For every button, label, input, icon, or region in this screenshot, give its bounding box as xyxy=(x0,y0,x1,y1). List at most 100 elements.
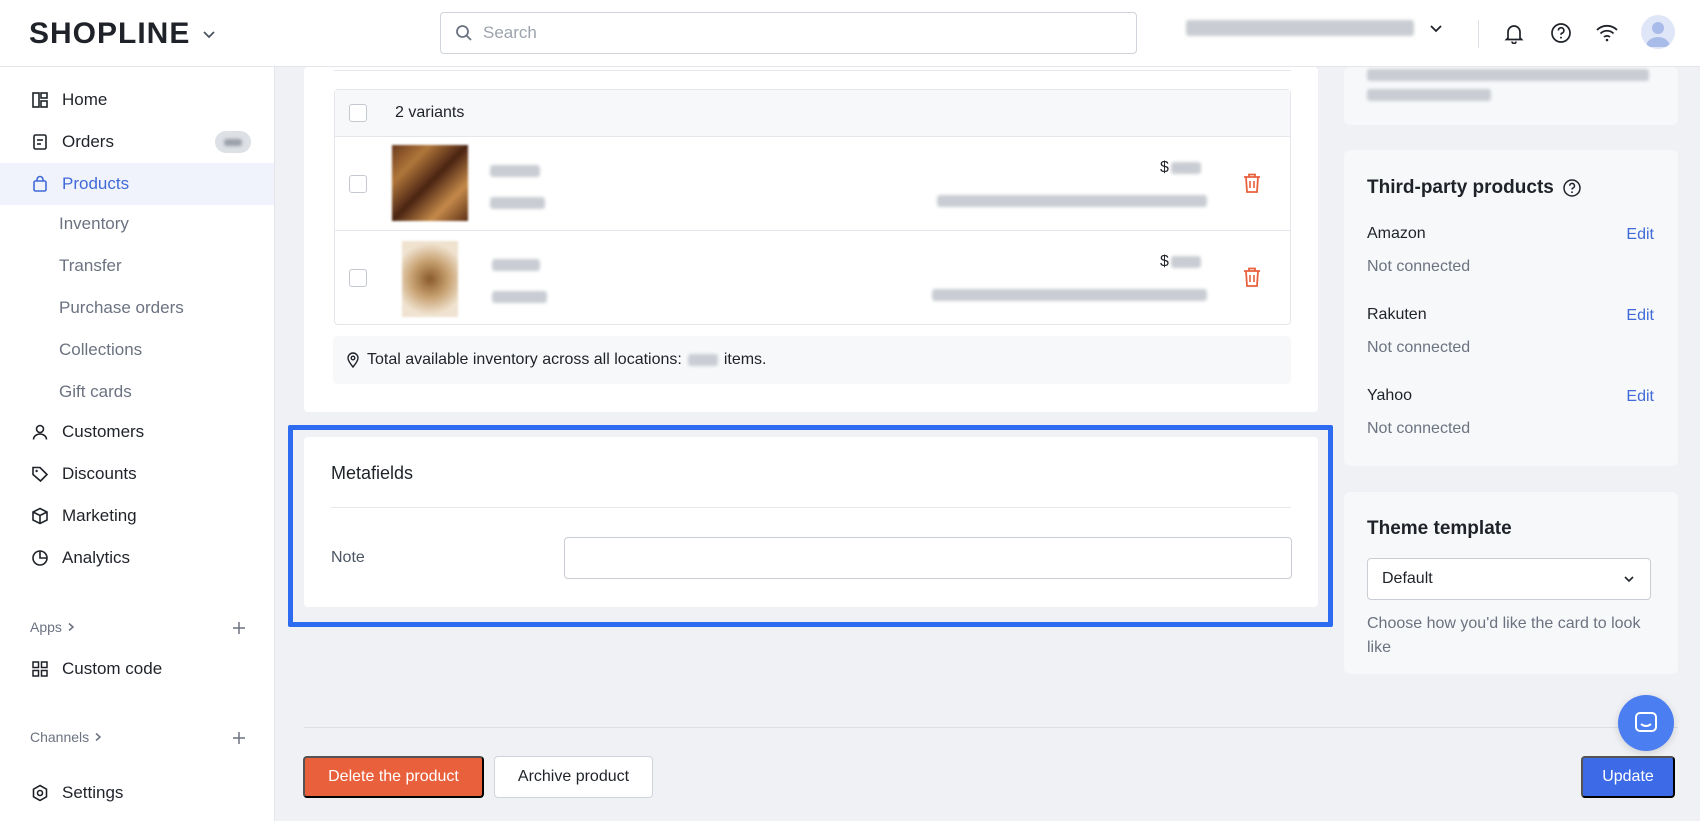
channel-status-yahoo: Not connected xyxy=(1367,420,1471,437)
edit-amazon-link[interactable]: Edit xyxy=(1626,226,1654,244)
metafields-title: Metafields xyxy=(331,463,414,483)
third-party-title-text: Third-party products xyxy=(1367,177,1554,198)
table-row[interactable]: $ xyxy=(335,137,1290,231)
variant-sku-redacted xyxy=(492,291,547,303)
theme-template-help: Choose how you'd like the card to look l… xyxy=(1367,615,1641,656)
variant-stock-redacted xyxy=(932,289,1207,301)
variant-image xyxy=(402,241,458,317)
add-channel-icon[interactable] xyxy=(231,730,247,746)
channel-name-amazon: Amazon xyxy=(1367,225,1426,242)
theme-template-select[interactable]: Default xyxy=(1367,558,1651,600)
inventory-count-redacted xyxy=(687,354,718,366)
sidebar-item-label: Discounts xyxy=(62,464,137,483)
channel-name-rakuten: Rakuten xyxy=(1367,306,1427,323)
note-label: Note xyxy=(331,549,365,566)
sidebar-item-home[interactable]: Home xyxy=(0,79,274,121)
sidebar: Home Orders Products Inventory Transfer … xyxy=(0,67,275,821)
home-icon xyxy=(30,90,50,110)
variant-name-redacted xyxy=(490,165,540,177)
help-icon[interactable] xyxy=(1562,178,1582,198)
sidebar-item-label: Custom code xyxy=(62,659,163,678)
add-app-icon[interactable] xyxy=(231,620,247,636)
store-name-redacted xyxy=(1186,20,1414,36)
variants-table-header: 2 variants xyxy=(335,90,1290,137)
store-switcher[interactable] xyxy=(1186,20,1444,36)
inventory-text-prefix: Total available inventory across all loc… xyxy=(367,351,682,368)
top-bar: SHOPLINE Search xyxy=(0,0,1700,67)
apps-section-header[interactable]: Apps xyxy=(30,619,76,635)
chat-icon xyxy=(1635,712,1657,732)
channel-name-yahoo: Yahoo xyxy=(1367,387,1413,404)
chat-launcher-button[interactable] xyxy=(1618,695,1674,751)
sidebar-subitem-collections[interactable]: Collections xyxy=(59,340,142,360)
sidebar-item-discounts[interactable]: Discounts xyxy=(0,453,274,495)
variant-price: $ xyxy=(1160,253,1201,271)
gear-icon xyxy=(30,783,50,803)
sidebar-subitem-purchase-orders[interactable]: Purchase orders xyxy=(59,298,184,318)
sidebar-item-marketing[interactable]: Marketing xyxy=(0,495,274,537)
theme-template-card: Theme template Default Choose how you'd … xyxy=(1344,492,1678,674)
trash-icon[interactable] xyxy=(1240,171,1264,195)
select-all-checkbox[interactable] xyxy=(349,104,367,122)
row-checkbox[interactable] xyxy=(349,174,367,193)
sidebar-subitem-gift-cards[interactable]: Gift cards xyxy=(59,382,132,402)
sidebar-item-label: Orders xyxy=(62,132,114,151)
update-button[interactable]: Update xyxy=(1581,756,1675,798)
trash-icon[interactable] xyxy=(1240,265,1264,289)
note-field[interactable] xyxy=(564,537,1292,579)
variant-sku-redacted xyxy=(490,197,545,209)
help-icon[interactable] xyxy=(1548,20,1574,46)
price-currency: $ xyxy=(1160,159,1169,176)
row-checkbox[interactable] xyxy=(349,269,367,287)
inventory-summary: Total available inventory across all loc… xyxy=(333,336,1291,384)
channel-status-rakuten: Not connected xyxy=(1367,339,1471,356)
search-input[interactable]: Search xyxy=(440,12,1137,54)
info-card xyxy=(1344,67,1678,125)
wifi-icon[interactable] xyxy=(1594,20,1620,46)
sidebar-subitem-inventory[interactable]: Inventory xyxy=(59,214,129,234)
edit-yahoo-link[interactable]: Edit xyxy=(1626,388,1654,406)
channels-section-header[interactable]: Channels xyxy=(30,729,103,745)
info-text-redacted xyxy=(1367,69,1649,81)
chevron-down-icon xyxy=(1430,25,1442,33)
grid-icon xyxy=(30,659,50,679)
sidebar-item-custom-code[interactable]: Custom code xyxy=(0,648,274,690)
orders-count-redacted xyxy=(224,138,242,146)
orders-icon xyxy=(30,132,50,152)
variant-price: $ xyxy=(1160,159,1201,177)
chevron-right-icon xyxy=(68,622,75,632)
sidebar-item-products[interactable]: Products xyxy=(0,163,274,205)
archive-product-button[interactable]: Archive product xyxy=(494,756,653,798)
chevron-down-icon xyxy=(1624,576,1634,583)
sidebar-item-settings[interactable]: Settings xyxy=(0,772,274,814)
cube-icon xyxy=(30,506,50,526)
chevron-down-icon[interactable] xyxy=(202,27,216,41)
sidebar-item-label: Home xyxy=(62,90,108,109)
sidebar-item-analytics[interactable]: Analytics xyxy=(0,537,274,579)
table-row[interactable]: $ xyxy=(335,231,1290,325)
location-pin-icon xyxy=(347,352,359,368)
third-party-title: Third-party products xyxy=(1367,177,1582,199)
sidebar-subitem-transfer[interactable]: Transfer xyxy=(59,256,122,276)
sidebar-item-label: Settings xyxy=(62,783,124,802)
pie-chart-icon xyxy=(30,548,50,568)
divider xyxy=(1478,20,1479,48)
sidebar-item-label: Analytics xyxy=(62,548,131,567)
variants-table: 2 variants $ $ xyxy=(334,89,1291,325)
orders-count-badge xyxy=(215,131,251,153)
edit-rakuten-link[interactable]: Edit xyxy=(1626,307,1654,325)
divider xyxy=(304,727,1678,728)
sidebar-item-customers[interactable]: Customers xyxy=(0,411,274,453)
chevron-right-icon xyxy=(95,732,102,742)
bag-icon xyxy=(30,174,50,194)
bell-icon[interactable] xyxy=(1501,20,1527,46)
brand-logo[interactable]: SHOPLINE xyxy=(29,17,216,51)
price-value-redacted xyxy=(1170,256,1201,268)
avatar[interactable] xyxy=(1641,15,1675,49)
person-icon xyxy=(30,422,50,442)
sidebar-item-label: Customers xyxy=(62,422,145,441)
divider xyxy=(331,507,1291,508)
delete-product-button[interactable]: Delete the product xyxy=(303,756,484,798)
variant-image xyxy=(392,145,468,221)
channel-status-amazon: Not connected xyxy=(1367,258,1471,275)
